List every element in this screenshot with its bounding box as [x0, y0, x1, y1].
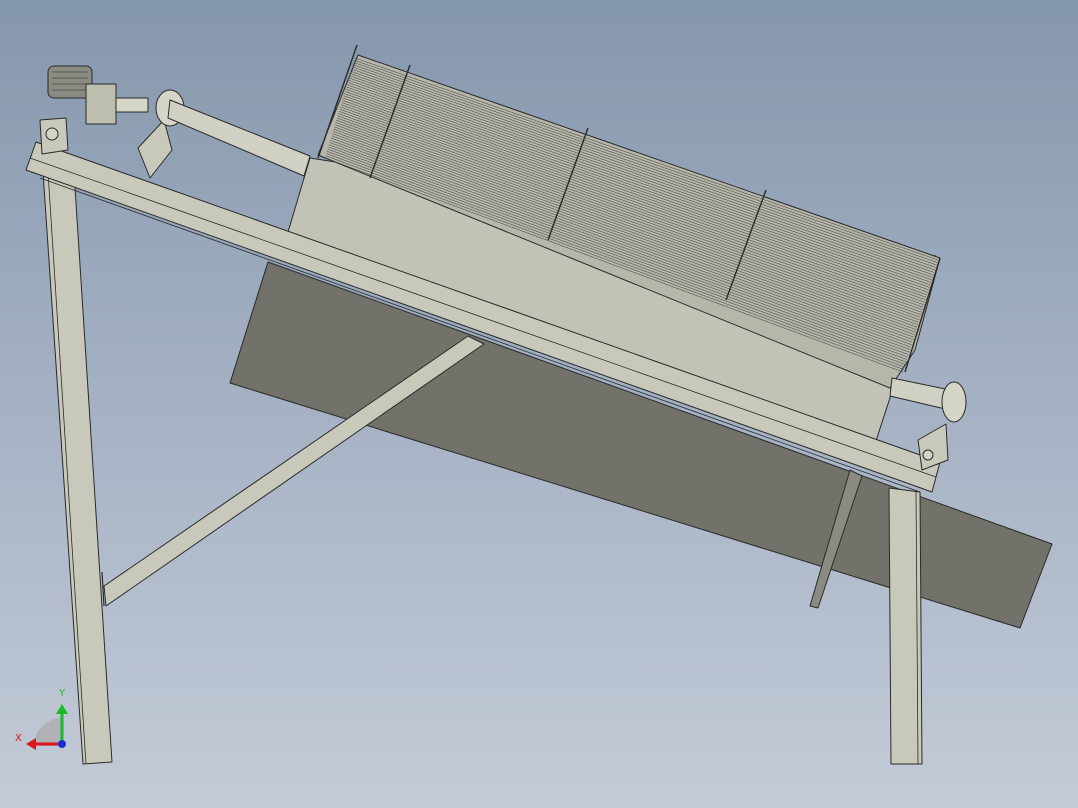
triad-y-label: Y [59, 688, 66, 699]
drive-shaft [167, 99, 311, 177]
coupling [115, 97, 149, 113]
cad-viewport[interactable]: X Y [0, 0, 1078, 808]
right-bearing-pedestal [917, 423, 949, 471]
triad-x-label: X [15, 733, 22, 744]
right-bearing [941, 381, 967, 423]
motor [47, 65, 93, 99]
model-scene[interactable] [0, 0, 1078, 808]
triad-quadrant [34, 718, 62, 746]
triad-z-axis [58, 740, 66, 748]
left-bearing-pedestal [137, 119, 173, 179]
gearbox [85, 83, 117, 125]
view-triad[interactable] [26, 704, 68, 750]
